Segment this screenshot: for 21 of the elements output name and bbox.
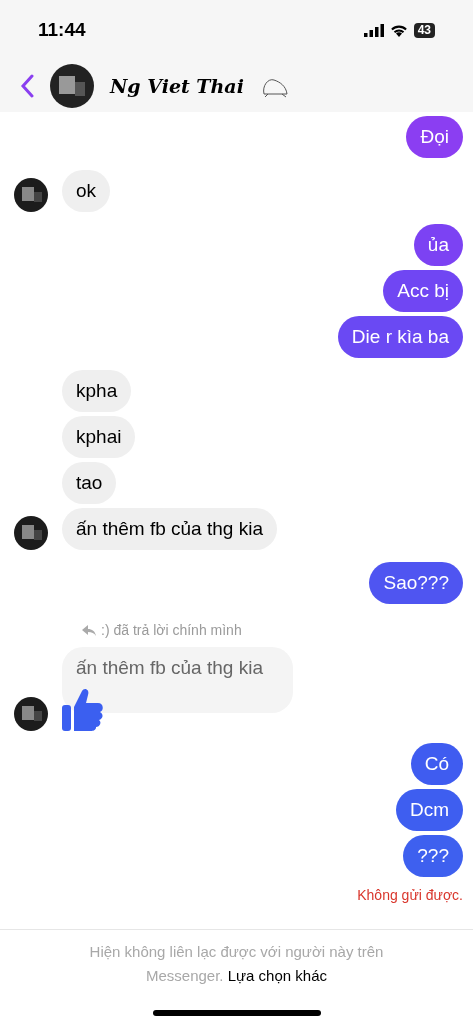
sent-message[interactable]: Dcm (395, 789, 463, 831)
sent-message[interactable]: ??? (403, 835, 463, 877)
sent-message[interactable]: Acc bị (383, 270, 463, 312)
received-message[interactable]: tao (62, 462, 117, 504)
sent-message[interactable]: Die r kìa ba (337, 316, 463, 358)
contact-name[interactable]: Ng Viet Thai (110, 71, 244, 101)
send-error: Không gửi được. (357, 886, 463, 905)
options-link[interactable]: Lựa chọn khác (227, 967, 327, 984)
quoted-message[interactable]: ấn thêm fb của thg kia (62, 647, 293, 713)
sent-message[interactable]: Có (410, 743, 463, 785)
reply-label: :) đã trả lời chính mình (101, 621, 242, 640)
sent-message[interactable]: ủa (413, 224, 463, 266)
received-message[interactable]: kphai (62, 416, 136, 458)
sent-message[interactable]: Đọi (406, 116, 463, 158)
received-message[interactable]: kpha (62, 370, 132, 412)
received-message[interactable]: ok (62, 170, 111, 212)
battery-level: 43 (413, 22, 435, 38)
received-message[interactable]: ấn thêm fb của thg kia (62, 508, 277, 550)
footer-notice: Hiện không liên lạc được với người này trên Messenger. Lựa chọn khác (88, 942, 385, 986)
status-time: 11:44 (38, 17, 86, 42)
sent-message[interactable]: Sao??? (369, 562, 463, 604)
